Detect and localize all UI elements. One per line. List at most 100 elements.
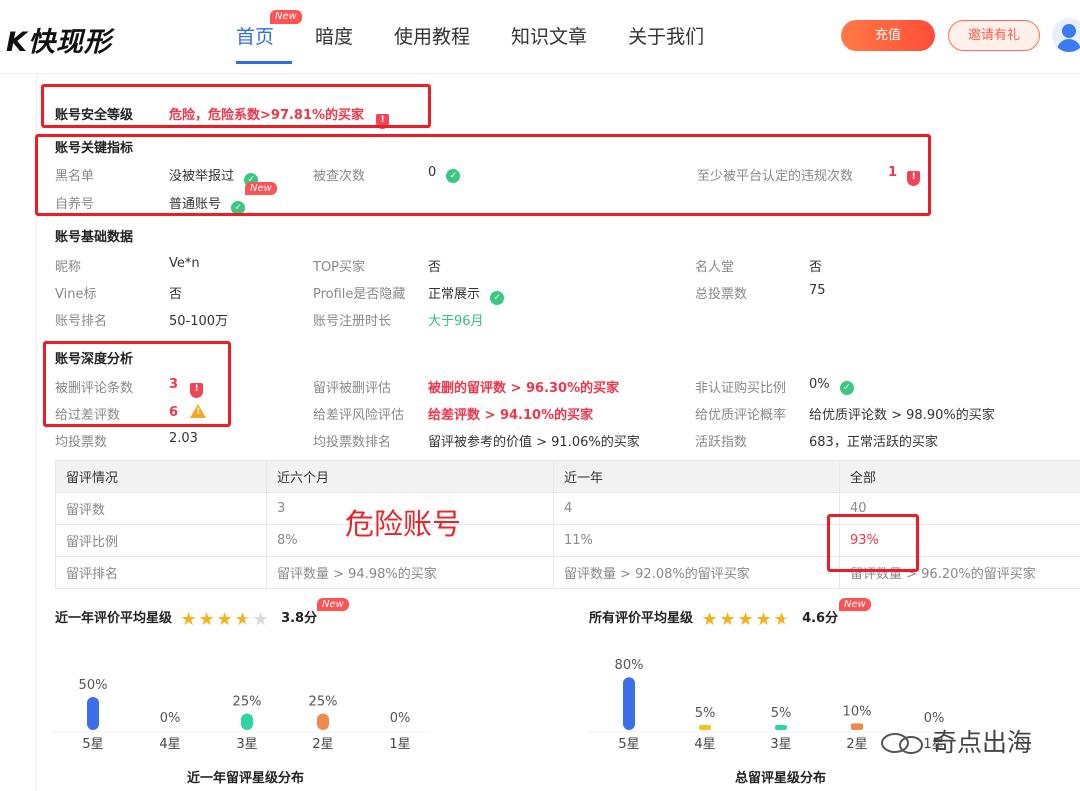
active-index-value: 683，正常活跃的买家 xyxy=(809,435,938,450)
avg-votes-value: 2.03 xyxy=(169,431,198,446)
star-full-icon: ★ xyxy=(737,609,754,630)
nav-andu[interactable]: 暗度 xyxy=(315,0,353,74)
chart-data-label: 5% xyxy=(695,706,716,721)
table-header-cell: 全部 xyxy=(839,460,1080,493)
chart-category-label: 4星 xyxy=(694,737,715,752)
nav-andu-label: 暗度 xyxy=(315,26,354,48)
top-buyer-label: TOP买家 xyxy=(313,260,366,275)
all-stars-title: 所有评价平均星级 xyxy=(589,611,694,626)
nav-articles[interactable]: 知识文章 xyxy=(511,0,587,74)
main-nav: 首页 New 暗度 使用教程 知识文章 关于我们 xyxy=(236,0,745,74)
account-report: 账号安全等级 危险，危险系数>97.81%的买家 ! 账号关键指标 黑名单 没被… xyxy=(35,74,1080,791)
recharge-button[interactable]: 充值 xyxy=(841,20,935,51)
non-verified-label: 非认证购买比例 xyxy=(695,381,787,396)
table-row: 留评数 3 4 40 xyxy=(55,492,1080,525)
basic-data-title: 账号基础数据 xyxy=(55,230,134,245)
chart-bar xyxy=(851,723,863,730)
chart-data-label: 25% xyxy=(233,695,262,710)
chart-data-label: 5% xyxy=(771,706,792,721)
year-stars-title: 近一年评价平均星级 xyxy=(55,611,173,626)
chart-category-label: 5星 xyxy=(82,737,103,752)
deleted-eval-label: 留评被删评估 xyxy=(313,381,392,396)
chart-bar xyxy=(241,713,253,730)
top-buyer-value: 否 xyxy=(428,260,442,275)
chart-category-label: 3星 xyxy=(770,737,791,752)
vine-label: Vine标 xyxy=(55,287,97,302)
invite-button[interactable]: 邀请有礼 xyxy=(948,20,1040,51)
highlight-box-key-indicators xyxy=(35,134,931,216)
chart-category-label: 4星 xyxy=(159,737,180,752)
non-verified-value: 0% xyxy=(809,377,830,392)
highlight-box-deep-analysis xyxy=(43,341,231,427)
chart-category-label: 3星 xyxy=(236,737,257,752)
nav-home-label: 首页 xyxy=(236,26,275,48)
hall-of-fame-value: 否 xyxy=(809,260,823,275)
table-row: 留评比例 8% 11% 93% xyxy=(55,524,1080,557)
site-logo[interactable]: K快现形 xyxy=(6,20,112,59)
chart-category-label: 5星 xyxy=(618,737,639,752)
account-rank-label: 账号排名 xyxy=(55,314,108,329)
star-full-icon: ★ xyxy=(755,609,772,630)
nickname-label: 昵称 xyxy=(55,260,82,275)
account-rank-value: 50-100万 xyxy=(169,314,229,329)
nav-about-label: 关于我们 xyxy=(628,26,705,48)
top-navbar: K快现形 首页 New 暗度 使用教程 知识文章 关于我们 充值 邀请有礼 xyxy=(0,0,1080,74)
table-header-row: 留评情况 近六个月 近一年 全部 xyxy=(55,460,1080,493)
star-full-icon: ★ xyxy=(180,609,197,630)
avg-votes-label: 均投票数 xyxy=(55,435,108,450)
hall-of-fame-label: 名人堂 xyxy=(695,260,735,275)
star-rating: ★ ★ ★ ★ ★ xyxy=(701,609,797,630)
year-chart-title: 近一年留评星级分布 xyxy=(187,771,305,786)
star-full-icon: ★ xyxy=(216,609,233,630)
nav-about[interactable]: 关于我们 xyxy=(628,0,704,74)
star-half-icon: ★ xyxy=(773,609,790,630)
bad-risk-value: 给差评数 > 94.10%的买家 xyxy=(428,408,594,423)
chart-bar xyxy=(623,677,635,730)
table-cell: 留评排名 xyxy=(55,556,267,589)
table-cell: 留评比例 xyxy=(55,524,267,557)
chart-bar xyxy=(775,725,787,730)
year-stars-row: 近一年评价平均星级 ★ ★ ★ ★ ★ 3.8分 xyxy=(55,607,317,629)
profile-hidden-label: Profile是否隐藏 xyxy=(313,287,406,302)
chart-bar xyxy=(699,725,711,730)
chart-category-label: 1星 xyxy=(389,737,410,752)
nav-tutorial[interactable]: 使用教程 xyxy=(394,0,470,74)
year-star-distribution-chart: 50% 5星 0% 4星 25% 3星 25% 2星 0% 1星 xyxy=(51,678,431,752)
table-cell: 4 xyxy=(553,492,840,525)
chart-data-label: 10% xyxy=(843,704,872,719)
danger-account-annotation: 危险账号 xyxy=(345,507,462,541)
chart-bar xyxy=(317,713,329,730)
nav-tutorial-label: 使用教程 xyxy=(394,26,471,48)
review-stats-table: 留评情况 近六个月 近一年 全部 留评数 3 4 40 留评比例 8% 11% … xyxy=(55,460,1080,589)
avg-votes-rank-value: 留评被参考的价值 > 91.06%的买家 xyxy=(428,435,640,450)
highlight-box-security xyxy=(41,84,431,128)
table-header-cell: 近六个月 xyxy=(266,460,554,493)
chart-category-label: 2星 xyxy=(846,737,867,752)
all-chart-title: 总留评星级分布 xyxy=(735,771,827,786)
deleted-eval-value: 被删的留评数 > 96.30%的买家 xyxy=(428,381,620,396)
star-half-icon: ★ xyxy=(234,609,251,630)
new-badge: New xyxy=(839,598,871,611)
bad-risk-label: 给差评风险评估 xyxy=(313,408,405,423)
table-cell: 留评数量 > 94.98%的买家 xyxy=(266,556,554,589)
table-header-cell: 留评情况 xyxy=(55,460,267,493)
nav-articles-label: 知识文章 xyxy=(511,26,588,48)
profile-hidden-value-row: 正常展示 ✓ xyxy=(428,283,505,305)
star-empty-icon: ★ xyxy=(252,609,269,630)
chart-category-label: 2星 xyxy=(312,737,333,752)
register-duration-value: 大于96月 xyxy=(428,314,484,329)
star-full-icon: ★ xyxy=(719,609,736,630)
total-votes-value: 75 xyxy=(809,283,826,298)
chart-bar xyxy=(87,697,99,730)
star-full-icon: ★ xyxy=(701,609,718,630)
chart-data-label: 50% xyxy=(79,678,108,693)
user-avatar-icon[interactable] xyxy=(1052,18,1080,52)
chart-data-label: 80% xyxy=(615,658,644,673)
chart-data-label: 25% xyxy=(309,695,338,710)
total-votes-label: 总投票数 xyxy=(695,287,748,302)
nav-home[interactable]: 首页 New xyxy=(236,0,302,74)
vine-value: 否 xyxy=(169,287,183,302)
non-verified-value-row: 0% ✓ xyxy=(809,377,854,395)
new-badge: New xyxy=(317,598,349,611)
active-index-label: 活跃指数 xyxy=(695,435,748,450)
